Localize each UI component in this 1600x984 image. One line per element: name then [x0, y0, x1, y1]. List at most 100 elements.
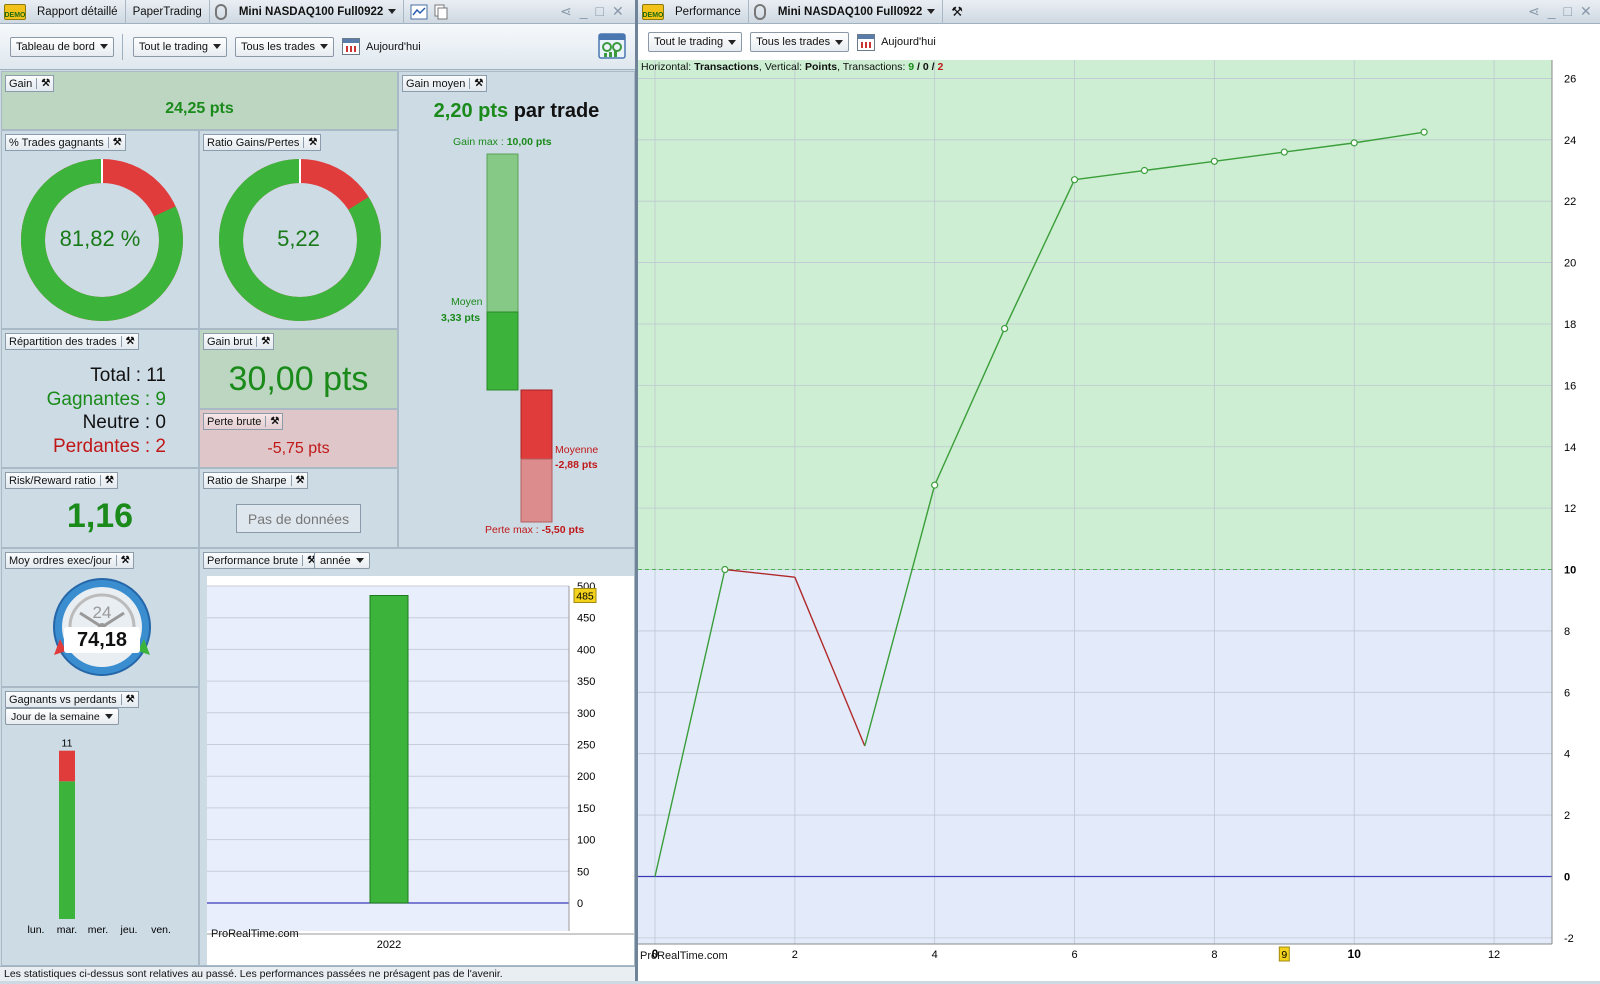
copy-icon[interactable]: [434, 4, 448, 20]
wrench-icon[interactable]: ⚒: [115, 555, 130, 566]
gain-title[interactable]: Gain ⚒: [5, 75, 55, 92]
y-tick-label: 100: [577, 835, 595, 847]
gain-brut-title-label: Gain brut: [207, 335, 253, 348]
wrench-icon[interactable]: ⚒: [290, 475, 304, 486]
chevron-down-icon: [320, 44, 328, 49]
tab-performance[interactable]: Performance: [668, 0, 749, 24]
repartition-list: Total : 11 Gagnantes : 9 Neutre : 0 Perd…: [47, 364, 166, 458]
profit-zone: [638, 60, 1552, 570]
perte-max-value: -5,50 pts: [541, 524, 585, 536]
perte-brute-title[interactable]: Perte brute ⚒: [203, 413, 284, 430]
chart-window-icon[interactable]: [410, 4, 428, 20]
all-trading-dropdown[interactable]: Tout le trading: [132, 36, 228, 57]
minimize-icon[interactable]: _: [580, 4, 588, 18]
link-icon[interactable]: [214, 3, 227, 20]
chevron-down-icon: [99, 44, 108, 49]
wrench-icon[interactable]: ⚒: [107, 137, 122, 148]
close-icon[interactable]: ✕: [1580, 4, 1592, 18]
pct-trades-panel: % Trades gagnants ⚒ 81,82 %: [1, 130, 199, 329]
last-value-tag-text: 485: [576, 591, 594, 603]
minimize-icon[interactable]: _: [1548, 4, 1556, 18]
x-tick-label: 12: [1488, 949, 1500, 961]
link-icon[interactable]: [753, 3, 766, 20]
gain-brut-value: 30,00 pts: [228, 360, 369, 398]
calendar-icon[interactable]: [857, 33, 876, 51]
maximize-icon[interactable]: □: [1564, 4, 1572, 18]
today-label[interactable]: Aujourd'hui: [366, 41, 421, 53]
left-toolbar: Tableau de bord Tout le trading Tous les…: [0, 24, 635, 70]
y-tick-label: 50: [577, 866, 589, 878]
chevron-down-icon: [728, 39, 737, 45]
sharpe-title[interactable]: Ratio de Sharpe ⚒: [203, 472, 309, 489]
sharpe-panel: Ratio de Sharpe ⚒ Pas de données: [199, 468, 398, 548]
all-trading-label: Tout le trading: [654, 36, 724, 48]
chevron-down-icon: [388, 9, 397, 14]
instrument-selector[interactable]: Mini NASDAQ100 Full0922: [232, 0, 405, 24]
pct-trades-value: 81,82 %: [59, 226, 141, 251]
ratio-gp-title[interactable]: Ratio Gains/Pertes ⚒: [203, 134, 322, 151]
info-t-sep: /: [914, 61, 923, 73]
tab-rapport-detaille[interactable]: Rapport détaillé: [30, 0, 126, 24]
gvp-chart: lun. 11 mar. mer. jeu. ven.: [28, 738, 171, 936]
today-label[interactable]: Aujourd'hui: [881, 36, 936, 48]
y-tick-label: 22: [1564, 196, 1576, 208]
equity-point: [1140, 166, 1149, 175]
risk-reward-value: 1,16: [66, 497, 134, 535]
moy-ordres-title-label: Moy ordres exec/jour: [9, 554, 112, 567]
moy-ordres-panel: Moy ordres exec/jour ⚒ 24 74,18: [1, 548, 199, 687]
wrench-icon[interactable]: ⚒: [36, 78, 50, 89]
dashboard-settings-icon[interactable]: [598, 32, 628, 62]
info-t-sep: /: [928, 61, 938, 73]
wrench-icon[interactable]: ⚒: [265, 416, 279, 427]
chart-info-line: Horizontal: Transactions, Vertical: Poin…: [641, 61, 943, 73]
perf-brute-watermark: ProRealTime.com: [211, 928, 299, 940]
sharpe-title-label: Ratio de Sharpe: [207, 474, 287, 487]
equity-point: [1001, 324, 1009, 333]
y-tick-label: 450: [577, 613, 595, 625]
perte-max-label: Perte max :: [485, 524, 539, 536]
close-icon[interactable]: ✕: [612, 4, 624, 18]
y-tick-label: 250: [577, 740, 595, 752]
risk-reward-title-label: Risk/Reward ratio: [9, 474, 96, 487]
calendar-icon[interactable]: [342, 38, 360, 55]
wrench-icon[interactable]: ⚒: [256, 336, 270, 347]
y-tick-label: 12: [1564, 503, 1576, 515]
wrench-icon[interactable]: ⚒: [120, 336, 135, 347]
maximize-icon[interactable]: □: [596, 4, 604, 18]
wrench-icon[interactable]: ⚒: [303, 137, 317, 148]
share-icon[interactable]: ⋖: [1528, 4, 1540, 18]
moyen-label: Moyen: [451, 296, 483, 308]
instrument-selector[interactable]: Mini NASDAQ100 Full0922: [771, 0, 944, 24]
total-count: Total : 11: [90, 365, 166, 386]
perf-brute-title-label: Performance brute: [207, 554, 299, 567]
moyenne-value: -2,88 pts: [555, 459, 598, 471]
all-trades-dropdown[interactable]: Tous les trades: [750, 32, 850, 52]
all-trading-dropdown[interactable]: Tout le trading: [648, 32, 743, 52]
period-dropdown[interactable]: année: [314, 552, 370, 569]
x-tick-label: 2: [792, 949, 798, 961]
share-icon[interactable]: ⋖: [560, 4, 572, 18]
moyenne-bar: [520, 389, 553, 460]
bar-2022: [369, 595, 409, 904]
y-tick-label: 150: [577, 803, 595, 815]
perf-brute-title[interactable]: Performance brute ⚒: [203, 552, 321, 569]
period-label: année: [320, 554, 351, 567]
ratio-gp-panel: Ratio Gains/Pertes ⚒ 5,22: [199, 130, 398, 329]
repartition-title[interactable]: Répartition des trades ⚒: [5, 333, 139, 350]
wrench-icon[interactable]: ⚒: [951, 4, 963, 20]
dashboard-dropdown[interactable]: Tableau de bord: [10, 36, 114, 57]
all-trades-dropdown[interactable]: Tous les trades: [235, 36, 334, 57]
gain-brut-title[interactable]: Gain brut ⚒: [203, 333, 275, 350]
risk-reward-title[interactable]: Risk/Reward ratio ⚒: [5, 472, 118, 489]
gauge-top-value: 24: [92, 603, 112, 622]
performance-chart: -2024681012141618202224260 2 4 6 8 9 10 12: [638, 60, 1576, 962]
equity-point: [931, 481, 939, 489]
tab-papertrading[interactable]: PaperTrading: [126, 0, 210, 24]
pct-trades-title[interactable]: % Trades gagnants ⚒: [5, 134, 126, 151]
perf-brute-chart: 0501001502002503003504004505002022485: [207, 581, 634, 951]
y-tick-label: -2: [1564, 933, 1574, 945]
performance-chart-area: -2 0 2 4 6 8 10 12 14 16 18 20 22 24 26 0 2 4 6 8 9 10 12 Hori…: [638, 60, 1600, 981]
moy-ordres-title[interactable]: Moy ordres exec/jour ⚒: [5, 552, 134, 569]
wrench-icon[interactable]: ⚒: [99, 475, 114, 486]
info-h-value: Transactions: [694, 61, 759, 73]
